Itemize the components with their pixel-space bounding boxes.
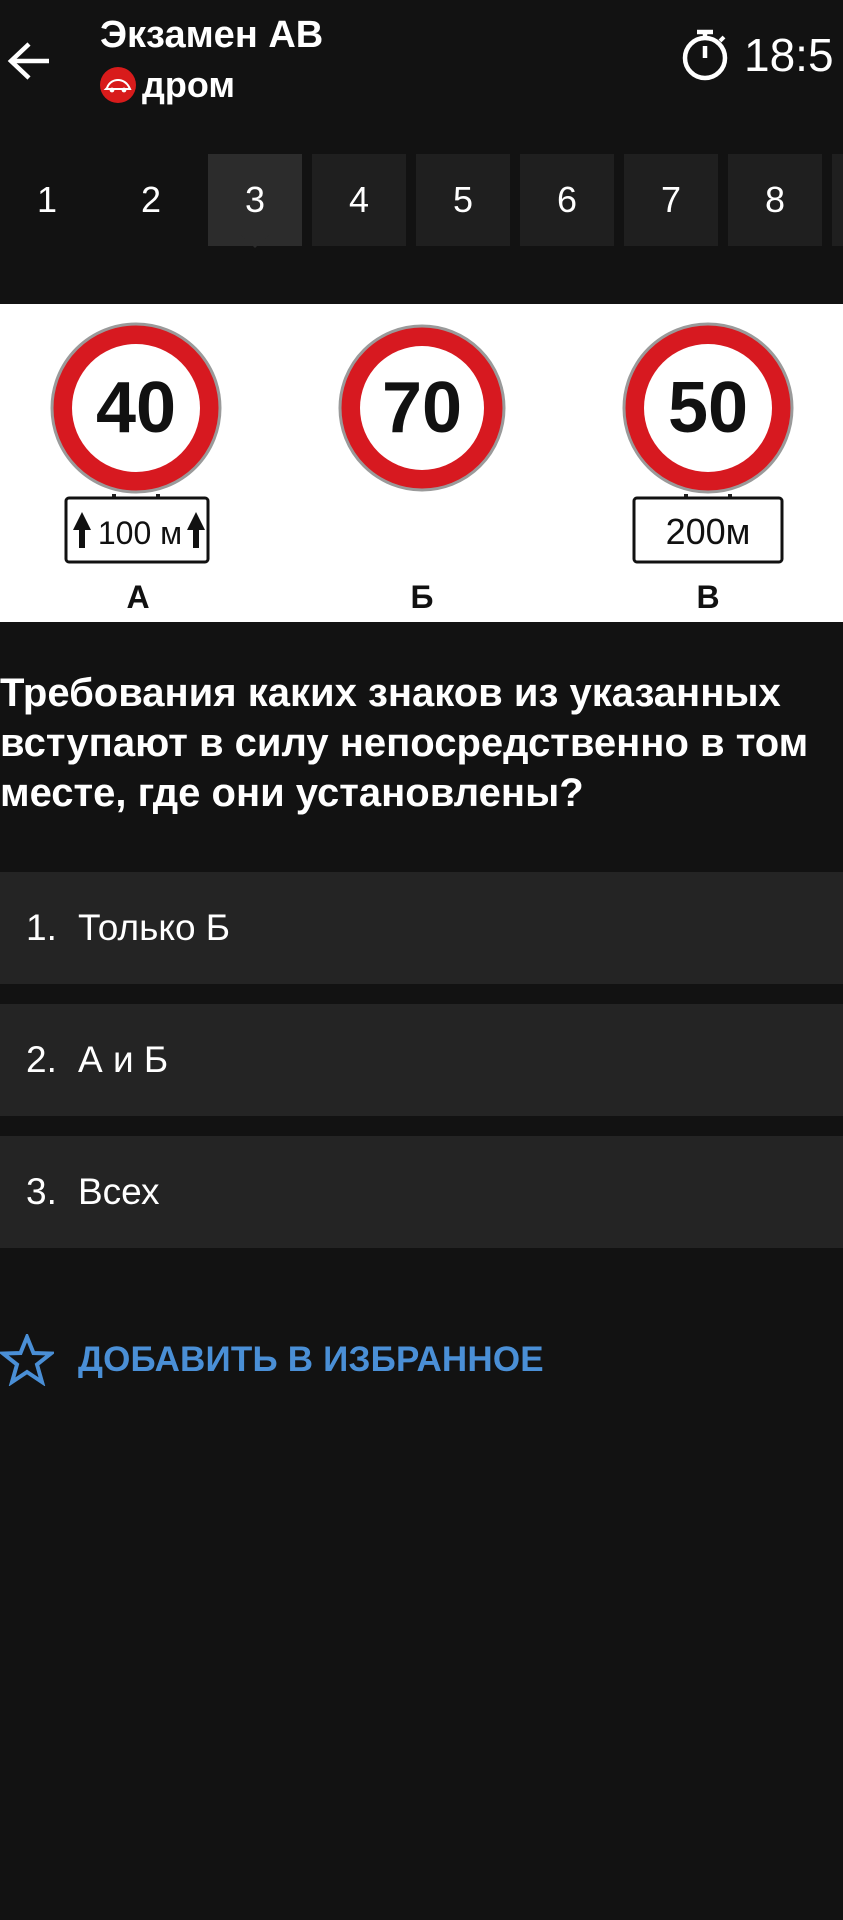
question-tabs: 1 2 3 4 5 6 7 8 [0, 154, 843, 246]
answer-number: 2. [26, 1039, 57, 1080]
sign-c-speed: 50 [668, 368, 748, 448]
favorite-label: ДОБАВИТЬ В ИЗБРАННОЕ [78, 1340, 544, 1379]
tab-question-6[interactable]: 6 [520, 154, 614, 246]
sign-a-plate: 100 м [98, 515, 182, 551]
sign-a: 40 100 м А [50, 322, 222, 615]
star-outline-icon [0, 1334, 54, 1386]
tab-question-9[interactable] [832, 154, 843, 246]
page-title: Экзамен АВ [100, 14, 324, 56]
sign-c-letter: В [696, 579, 719, 615]
answer-text: А и Б [78, 1039, 169, 1080]
tab-question-2[interactable]: 2 [104, 154, 198, 246]
sign-b-letter: Б [411, 579, 434, 615]
add-to-favorites-button[interactable]: ДОБАВИТЬ В ИЗБРАННОЕ [0, 1334, 544, 1386]
answer-text: Всех [78, 1171, 160, 1212]
answer-option-1[interactable]: 1. Только Б [0, 872, 843, 984]
back-arrow-icon [7, 42, 49, 80]
answer-option-2[interactable]: 2. А и Б [0, 1004, 843, 1116]
tab-question-7[interactable]: 7 [624, 154, 718, 246]
tab-question-1[interactable]: 1 [0, 154, 94, 246]
back-button[interactable] [0, 26, 58, 96]
sign-a-speed: 40 [96, 368, 176, 448]
active-tab-pointer [240, 234, 270, 248]
answer-option-3[interactable]: 3. Всех [0, 1136, 843, 1248]
sign-b-speed: 70 [382, 368, 462, 448]
sign-a-letter: А [126, 579, 149, 615]
timer-value: 18:5 [744, 29, 834, 81]
sign-b: 70 Б [338, 324, 506, 615]
brand: дром [100, 64, 235, 106]
tab-question-8[interactable]: 8 [728, 154, 822, 246]
exam-screen: Экзамен АВ дром 18:5 1 2 3 4 5 6 7 8 40 … [0, 0, 843, 1920]
question-text: Требования каких знаков из указанных вст… [0, 671, 809, 815]
answer-number: 3. [26, 1171, 57, 1212]
brand-name: дром [142, 64, 235, 105]
tab-question-4[interactable]: 4 [312, 154, 406, 246]
sign-c: 50 200м В [622, 322, 794, 615]
answer-text: Только Б [78, 907, 231, 948]
drom-logo-icon [100, 67, 136, 103]
tab-question-3[interactable]: 3 [208, 154, 302, 246]
exam-timer: 18:5 [680, 28, 834, 82]
tab-question-5[interactable]: 5 [416, 154, 510, 246]
sign-c-plate: 200м [666, 511, 751, 552]
answer-number: 1. [26, 907, 57, 948]
stopwatch-icon [682, 29, 728, 81]
road-signs-image: 40 100 м А 70 Б 50 200м В [0, 304, 843, 622]
